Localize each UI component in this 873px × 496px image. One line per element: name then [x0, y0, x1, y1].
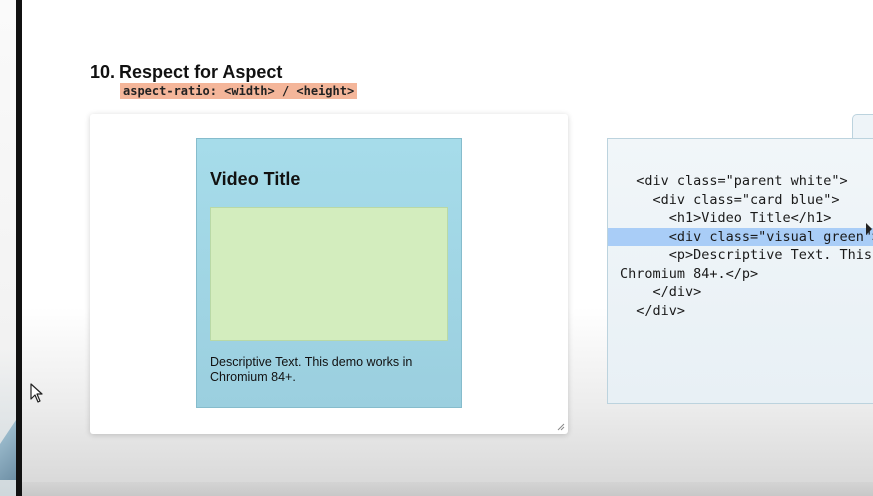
parent-white-container[interactable]: Video Title Descriptive Text. This demo …: [90, 114, 568, 434]
card-blue: Video Title Descriptive Text. This demo …: [196, 138, 462, 408]
code-line: <div class="card blue">: [620, 191, 840, 208]
card-title: Video Title: [210, 169, 301, 189]
text-caret-icon: [866, 223, 872, 235]
left-border-bar: [16, 0, 22, 496]
code-line: Chromium 84+.</p>: [620, 265, 759, 282]
code-line-highlighted: <div class="visual green">: [608, 227, 873, 246]
bottom-strip: [22, 482, 873, 496]
syntax-snippet: aspect-ratio: <width> / <height>: [120, 83, 358, 99]
visual-green: [210, 207, 448, 341]
card-description: Descriptive Text. This demo works in Chr…: [210, 355, 413, 384]
code-panel: <div class="parent white"> <div class="c…: [607, 138, 873, 404]
code-line: </div>: [620, 284, 702, 300]
slide-title: Respect for Aspect: [119, 62, 283, 82]
resize-handle-icon[interactable]: [557, 423, 565, 431]
code-line: <h1>Video Title</h1>: [620, 210, 832, 226]
left-edge: [0, 0, 16, 496]
code-block: <div class="parent white"> <div class="c…: [608, 172, 873, 320]
code-line: <p>Descriptive Text. This demo works in: [668, 247, 872, 263]
mouse-pointer-icon: [30, 383, 43, 403]
slide-heading: 10. Respect for Aspect: [90, 62, 282, 83]
code-line: </div>: [620, 302, 686, 319]
slide-number: 10.: [90, 62, 116, 82]
code-line: <div class="parent white">: [620, 173, 848, 189]
